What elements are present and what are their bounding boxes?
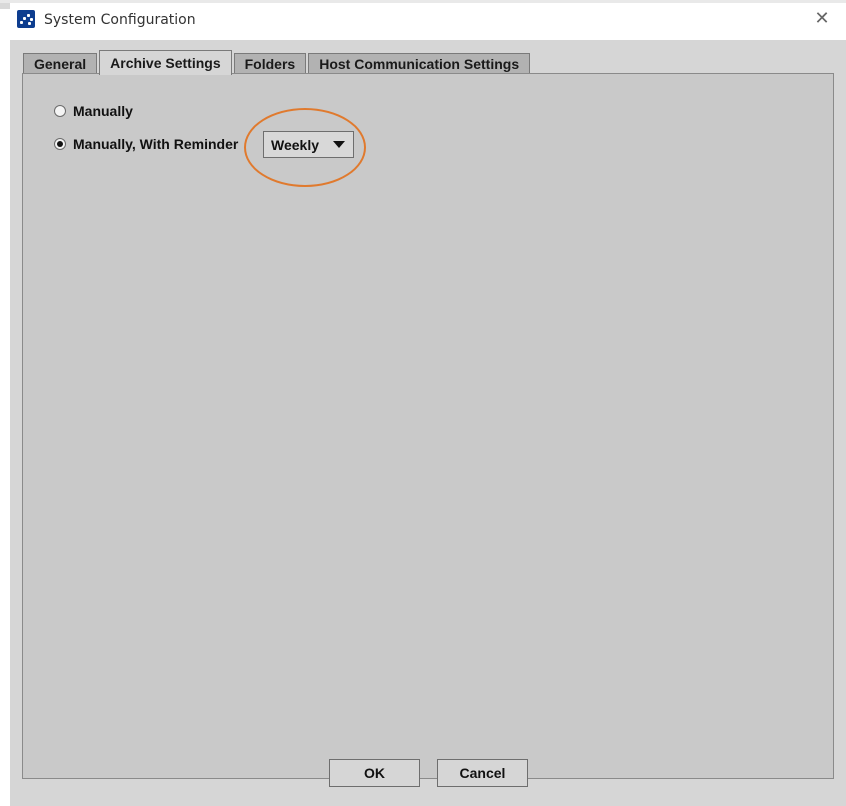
tab-archive-settings[interactable]: Archive Settings bbox=[99, 50, 232, 75]
app-logo-icon bbox=[17, 10, 35, 28]
close-icon[interactable]: ✕ bbox=[812, 8, 832, 30]
tab-bar: General Archive Settings Folders Host Co… bbox=[23, 50, 532, 75]
top-border bbox=[0, 0, 846, 3]
option-manually[interactable]: Manually bbox=[54, 103, 133, 119]
reminder-frequency-value: Weekly bbox=[271, 136, 319, 153]
option-manually-label: Manually bbox=[73, 103, 133, 119]
option-manually-with-reminder-label: Manually, With Reminder bbox=[73, 136, 239, 152]
cancel-button[interactable]: Cancel bbox=[437, 759, 528, 787]
dropdown-arrow-icon bbox=[333, 141, 345, 148]
reminder-frequency-dropdown[interactable]: Weekly bbox=[263, 131, 354, 158]
title-bar: System Configuration ✕ bbox=[0, 0, 846, 40]
tab-general[interactable]: General bbox=[23, 53, 98, 74]
option-manually-with-reminder[interactable]: Manually, With Reminder bbox=[54, 136, 238, 152]
tab-folders[interactable]: Folders bbox=[233, 53, 307, 74]
radio-manually[interactable] bbox=[54, 105, 66, 117]
dialog-body: General Archive Settings Folders Host Co… bbox=[10, 40, 846, 806]
radio-manually-with-reminder[interactable] bbox=[54, 138, 66, 150]
left-edge-mark bbox=[0, 3, 10, 9]
archive-settings-panel bbox=[22, 73, 834, 779]
ok-button[interactable]: OK bbox=[329, 759, 420, 787]
window-title: System Configuration bbox=[44, 12, 196, 28]
tab-host-communication-settings[interactable]: Host Communication Settings bbox=[308, 53, 531, 74]
